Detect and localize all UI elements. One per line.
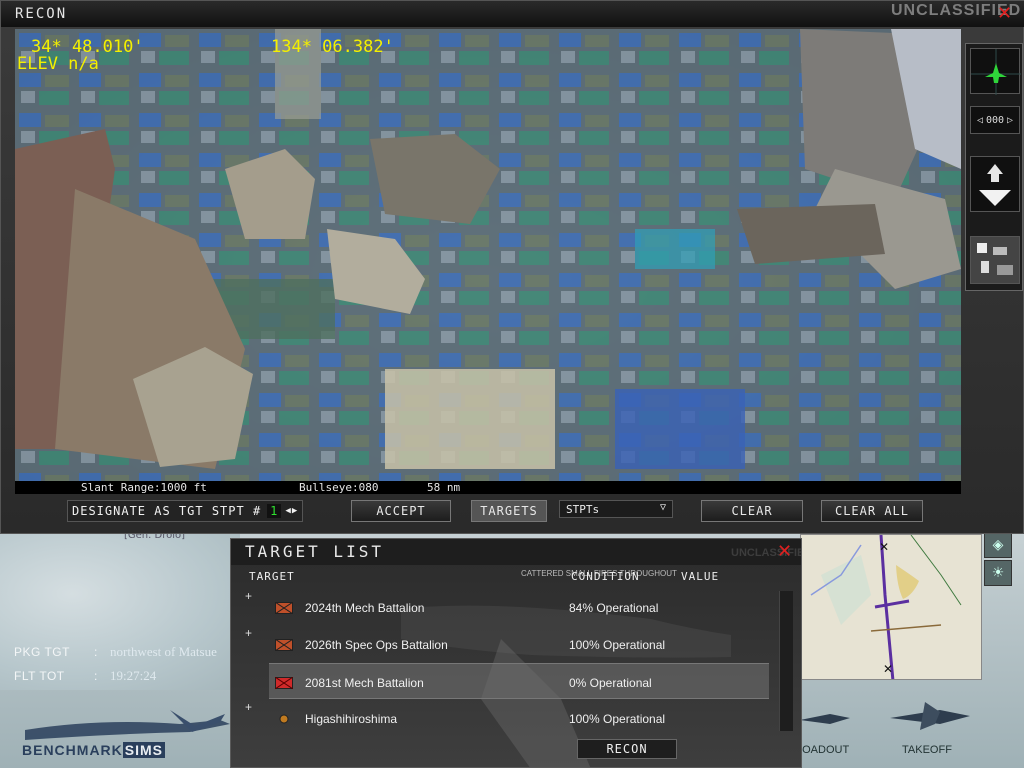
town-icon xyxy=(279,714,289,724)
zoom-control[interactable] xyxy=(970,156,1020,212)
designate-target-control: DESIGNATE AS TGT STPT # 1 ◀ ▶ xyxy=(67,500,304,522)
stpts-selected-value: STPTs xyxy=(566,502,600,516)
recon-title: RECON xyxy=(15,6,68,22)
target-name: 2081st Mech Battalion xyxy=(305,676,424,690)
target-name: Higashihiroshima xyxy=(305,712,398,726)
target-condition: 0% Operational xyxy=(569,676,652,690)
aircraft-icon xyxy=(971,49,1021,95)
target-name: 2024th Mech Battalion xyxy=(305,601,425,615)
recon-3d-view[interactable]: 34* 48.010' 134* 06.382' ELEV n/a xyxy=(15,29,961,481)
pkg-tgt-value: northwest of Matsue xyxy=(110,644,217,659)
bullseye-readout: Bullseye:080 xyxy=(299,481,379,494)
target-list-scrollbar[interactable] xyxy=(779,591,793,731)
expand-icon[interactable]: + xyxy=(245,626,252,640)
weather-icon: ☀ xyxy=(991,565,1005,581)
recon-titlebar[interactable] xyxy=(1,1,1024,27)
mission-map-right[interactable]: ✕ ✕ xyxy=(800,534,982,680)
chevron-down-icon: ▽ xyxy=(659,502,666,513)
table-row[interactable]: + Higashihiroshima 100% Operational xyxy=(239,700,769,736)
pkg-tgt-row: PKG TGT : northwest of Matsue xyxy=(14,640,217,664)
column-target[interactable]: TARGET xyxy=(249,570,295,583)
hud-longitude: 134* 06.382' xyxy=(271,37,394,57)
clear-button[interactable]: CLEAR xyxy=(701,500,803,522)
camera-thumbnail[interactable] xyxy=(970,236,1020,284)
weather-button[interactable]: ☀ xyxy=(984,560,1012,586)
stpt-number-field[interactable]: 1 xyxy=(267,504,282,518)
recon-imagery xyxy=(15,29,961,481)
pkg-tgt-label: PKG TGT xyxy=(14,645,70,659)
target-condition: 100% Operational xyxy=(569,638,666,652)
target-condition: 84% Operational xyxy=(569,601,659,615)
recon-camera-panel: ◁ 000 ▷ xyxy=(965,43,1023,291)
logo-text-benchmark: BENCHMARK xyxy=(22,742,123,758)
expand-icon[interactable]: + xyxy=(245,589,252,603)
layers-icon: ◈ xyxy=(992,537,1004,553)
clear-all-button[interactable]: CLEAR ALL xyxy=(821,500,923,522)
target-list: + 2024th Mech Battalion 84% Operational … xyxy=(239,587,789,735)
hud-elevation: ELEV n/a xyxy=(17,54,99,74)
recon-close-button[interactable]: ✕ xyxy=(997,5,1012,23)
recon-controls: DESIGNATE AS TGT STPT # 1 ◀ ▶ ACCEPT TAR… xyxy=(1,497,1024,527)
tab-takeoff[interactable]: TAKEOFF xyxy=(902,744,952,756)
flt-tot-label: FLT TOT xyxy=(14,669,65,683)
separator: : xyxy=(94,645,98,659)
layers-button[interactable]: ◈ xyxy=(984,532,1012,558)
tab-loadout[interactable]: LOADOUT xyxy=(796,744,849,756)
flt-tot-value: 19:27:24 xyxy=(110,668,157,683)
svg-text:✕: ✕ xyxy=(879,540,889,554)
slant-range-readout: Slant Range:1000 ft xyxy=(81,481,207,494)
heading-control[interactable]: ◁ 000 ▷ xyxy=(970,106,1020,134)
column-value[interactable]: VALUE xyxy=(681,570,719,583)
package-info: PKG TGT : northwest of Matsue FLT TOT : … xyxy=(14,640,217,688)
designate-label: DESIGNATE AS TGT STPT # xyxy=(72,504,262,518)
table-row[interactable]: + 2024th Mech Battalion 84% Operational xyxy=(239,589,769,625)
recon-status-bar: Slant Range:1000 ft Bullseye:080 58 nm xyxy=(15,481,961,494)
map-side-buttons: ◈ ☀ xyxy=(984,532,1016,588)
zoom-arrows-icon xyxy=(979,164,1011,206)
pitch-indicator[interactable] xyxy=(970,48,1021,95)
stpt-increment-icon[interactable]: ▶ xyxy=(292,506,298,516)
target-name: 2026th Spec Ops Battalion xyxy=(305,638,448,652)
logo-text-sims: SIMS xyxy=(122,742,166,758)
heading-readout: 000 xyxy=(985,114,1005,126)
map-overlay: ✕ ✕ xyxy=(801,535,981,679)
target-condition: 100% Operational xyxy=(569,712,666,726)
battalion-icon xyxy=(275,602,293,614)
flt-tot-row: FLT TOT : 19:27:24 xyxy=(14,664,217,688)
heading-right-arrow-icon[interactable]: ▷ xyxy=(1007,115,1013,126)
target-list-window: TARGET LIST UNCLASSIFIED ✕ CATTERED SMAL… xyxy=(230,538,802,768)
benchmark-sims-wordmark: BENCHMARK SIMS xyxy=(22,742,166,758)
column-condition[interactable]: CONDITION xyxy=(571,570,640,583)
table-row-selected[interactable]: 2081st Mech Battalion 0% Operational xyxy=(269,663,769,699)
target-list-header: TARGET CONDITION VALUE xyxy=(231,569,801,585)
heading-left-arrow-icon[interactable]: ◁ xyxy=(977,115,983,126)
close-icon: ✕ xyxy=(777,541,793,562)
recon-window: RECON UNCLASSIFIED ✕ 34* 48.010' 134* 06… xyxy=(0,0,1024,534)
table-row[interactable]: + 2026th Spec Ops Battalion 100% Operati… xyxy=(239,626,769,662)
accept-button[interactable]: ACCEPT xyxy=(351,500,451,522)
recon-button[interactable]: RECON xyxy=(577,739,677,759)
separator: : xyxy=(94,669,98,683)
battalion-destroyed-icon xyxy=(275,677,293,689)
bullseye-distance-readout: 58 nm xyxy=(427,481,461,494)
targets-button[interactable]: TARGETS xyxy=(471,500,547,522)
battalion-icon xyxy=(275,639,293,651)
close-icon: ✕ xyxy=(997,3,1013,24)
stpts-dropdown[interactable]: STPTs ▽ xyxy=(559,500,673,518)
target-list-close-button[interactable]: ✕ xyxy=(777,543,792,561)
target-list-title: TARGET LIST xyxy=(245,542,384,561)
expand-icon[interactable]: + xyxy=(245,700,252,714)
thumbnail-icon xyxy=(971,237,1019,283)
svg-text:✕: ✕ xyxy=(883,662,893,676)
